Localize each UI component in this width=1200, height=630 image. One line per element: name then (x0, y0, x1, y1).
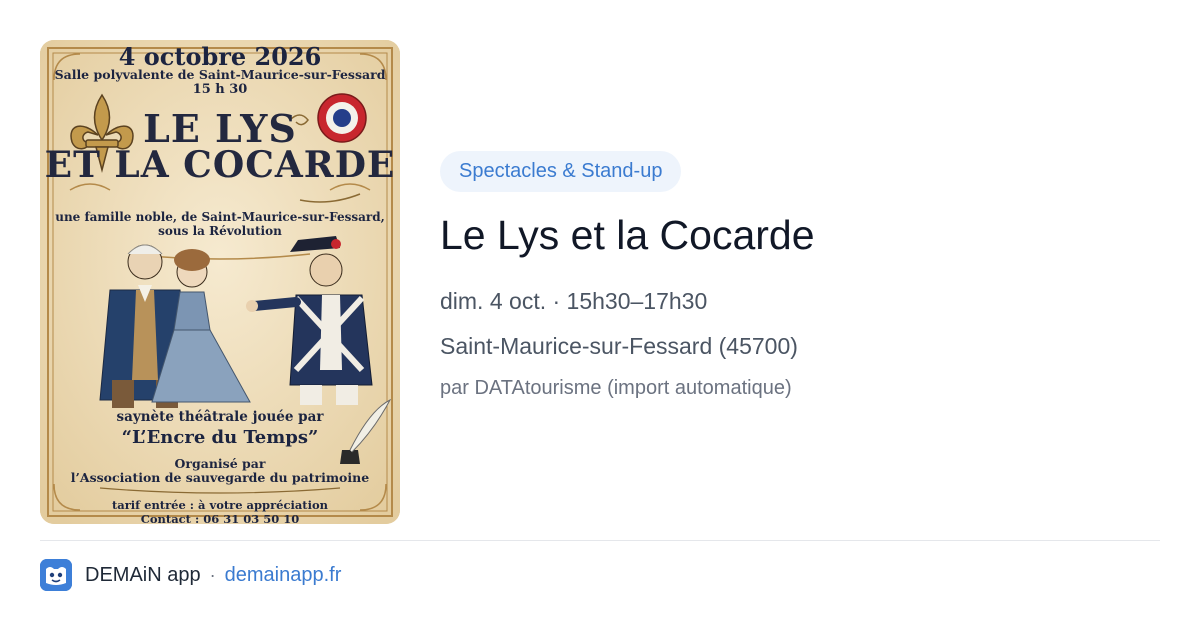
poster-title-line2: ET LA COCARDE (44, 144, 396, 186)
event-poster-image[interactable]: 4 octobre 2026 Salle polyvalente de Sain… (40, 40, 400, 524)
footer-separator: · (209, 564, 216, 585)
event-location: Saint-Maurice-sur-Fessard (45700) (440, 333, 798, 359)
poster-subtitle-line2: sous la Révolution (158, 224, 282, 238)
event-source: par DATAtourisme (import automatique) (440, 377, 792, 399)
poster-play-line: saynète théâtrale jouée par (116, 409, 324, 425)
footer: DEMAiN app · demainapp.fr (40, 559, 341, 591)
poster-organizer-label: Organisé par (174, 456, 266, 471)
app-name: DEMAiN app (85, 563, 201, 586)
poster-troupe: “L’Encre du Temps” (121, 427, 319, 448)
poster-time: 15 h 30 (192, 82, 248, 97)
poster-subtitle-line1: une famille noble, de Saint-Maurice-sur-… (55, 210, 385, 224)
footer-divider (40, 540, 1160, 541)
app-logo-icon (40, 559, 72, 591)
poster-contact: Contact : 06 31 03 50 10 (140, 512, 300, 524)
app-website-link[interactable]: demainapp.fr (225, 564, 342, 587)
event-datetime: dim. 4 oct. · 15h30–17h30 (440, 288, 708, 314)
poster-tarif: tarif entrée : à votre appréciation (111, 498, 329, 512)
category-badge[interactable]: Spectacles & Stand-up (440, 151, 682, 192)
poster-organizer: l’Association de sauvegarde du patrimoin… (70, 470, 370, 485)
poster-venue: Salle polyvalente de Saint-Maurice-sur-F… (54, 67, 386, 82)
event-title: Le Lys et la Cocarde (440, 212, 815, 258)
